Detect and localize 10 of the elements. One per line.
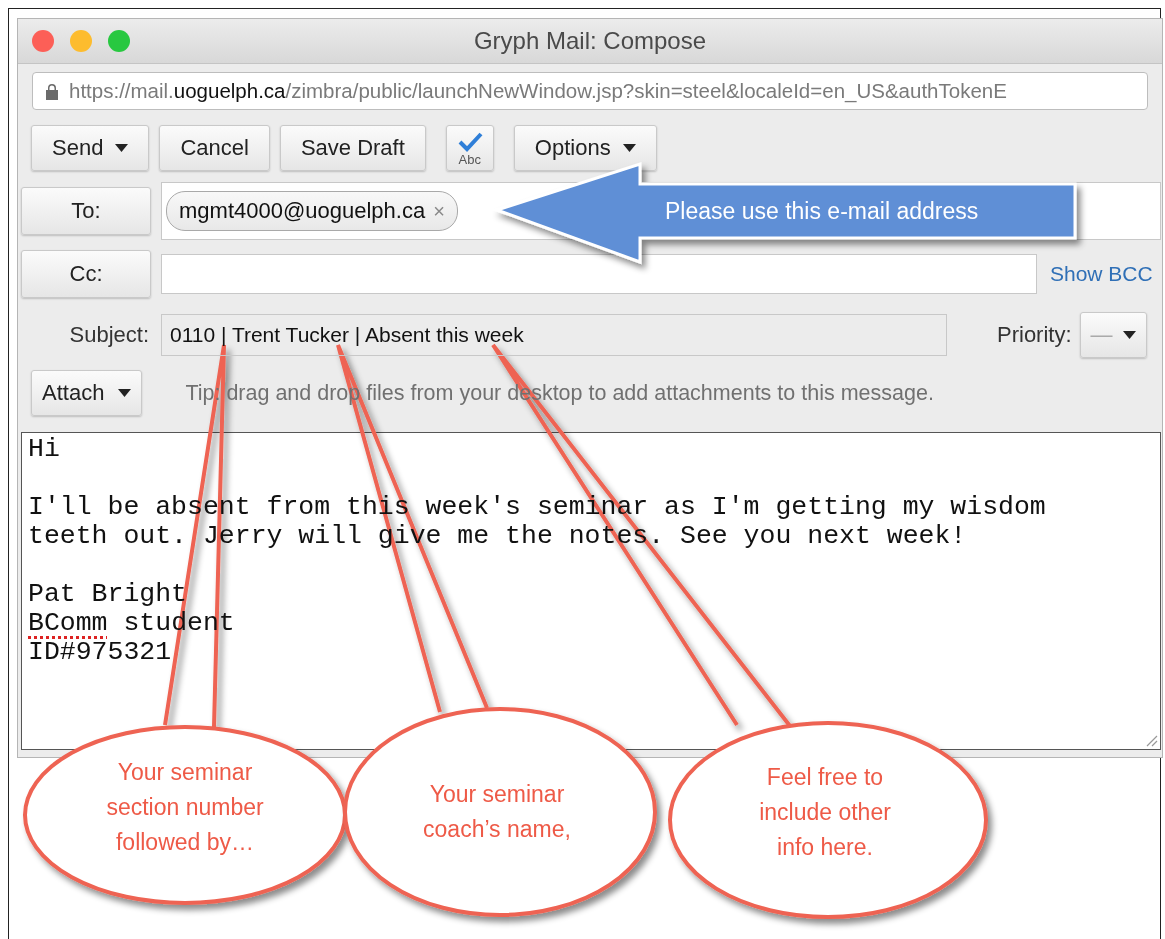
priority-label: Priority: [997, 322, 1072, 348]
body-text-line: Hi [28, 435, 60, 464]
callout-text: Feel free to include other info here. [758, 763, 892, 862]
subject-label: Subject: [68, 322, 149, 348]
body-text-line: ID#975321 [28, 638, 172, 667]
arrow-text: Please use this e-mail address [665, 198, 979, 225]
url-text: https://mail.uoguelph.ca/zimbra/public/launchNewWindow.jsp?skin=steel&localeId=en_US&authTokenE [69, 79, 1007, 103]
callout-text: Your seminar section number followed by… [105, 758, 265, 857]
callout-text: Your seminar coach’s name, [422, 780, 572, 844]
window-title: Gryph Mail: Compose [472, 27, 708, 55]
